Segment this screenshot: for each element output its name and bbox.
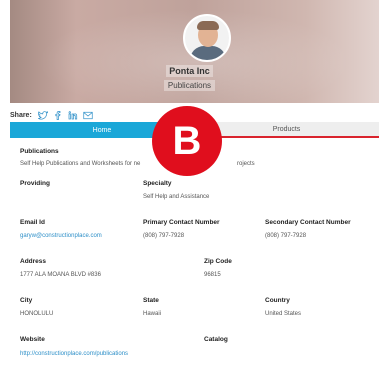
email-link[interactable]: garyw@constructionplace.com xyxy=(20,233,102,239)
catalog-label: Catalog xyxy=(204,336,228,343)
linkedin-icon[interactable] xyxy=(68,111,78,120)
country-value: United States xyxy=(265,311,302,317)
city-label: City xyxy=(20,297,33,304)
zip-code-value: 96815 xyxy=(204,272,221,278)
address-label: Address xyxy=(20,258,47,265)
twitter-icon[interactable] xyxy=(37,111,48,120)
publications-description: Self Help Publications and Worksheets fo… xyxy=(20,161,141,167)
secondary-contact-label: Secondary Contact Number xyxy=(265,219,351,226)
state-label: State xyxy=(143,297,159,304)
country-label: Country xyxy=(265,297,290,304)
website-link[interactable]: http://constructionplace.com/publication… xyxy=(20,351,128,357)
primary-contact-label: Primary Contact Number xyxy=(143,219,220,226)
company-category: Publications xyxy=(0,80,379,91)
speciality-label: Specialty xyxy=(143,180,172,187)
company-category-text: Publications xyxy=(163,80,216,91)
company-name: Ponta Inc xyxy=(0,65,379,77)
address-value: 1777 ALA MOANA BLVD #836 xyxy=(20,272,101,278)
email-label: Email Id xyxy=(20,219,45,226)
company-name-text: Ponta Inc xyxy=(166,65,213,77)
primary-contact-value: (808) 797-7928 xyxy=(143,233,185,239)
providing-label: Providing xyxy=(20,180,50,187)
tab-products[interactable]: Products xyxy=(194,122,379,138)
city-value: HONOLULU xyxy=(20,311,54,317)
avatar-hair xyxy=(197,21,219,30)
website-label: Website xyxy=(20,336,45,343)
secondary-contact-value: (808) 797-7928 xyxy=(265,233,307,239)
zip-code-label: Zip Code xyxy=(204,258,232,265)
publications-label: Publications xyxy=(20,148,59,155)
facebook-icon[interactable] xyxy=(53,111,63,120)
badge-letter: B xyxy=(172,119,202,163)
email-icon[interactable] xyxy=(83,111,93,120)
publications-description-end: rojects xyxy=(237,161,255,167)
share-label: Share: xyxy=(10,112,32,119)
b-badge: B xyxy=(152,106,222,176)
state-value: Hawaii xyxy=(143,311,162,317)
avatar xyxy=(183,14,231,62)
avatar-shirt xyxy=(190,46,226,60)
speciality-value: Self Help and Assistance xyxy=(143,194,210,200)
share-bar: Share: xyxy=(10,111,93,120)
